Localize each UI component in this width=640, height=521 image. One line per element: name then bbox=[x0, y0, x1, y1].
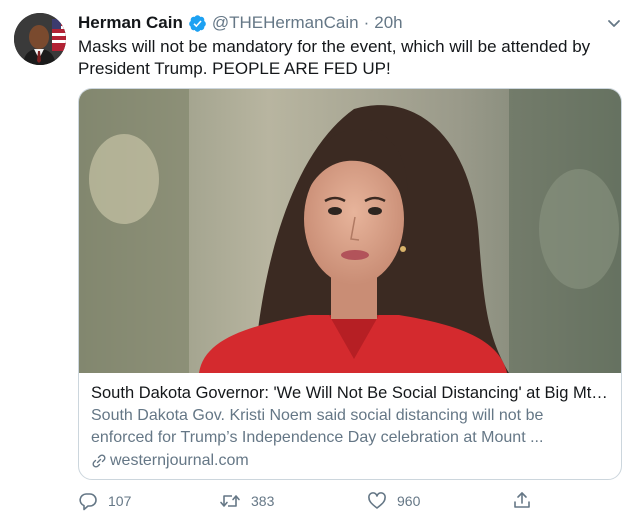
timestamp[interactable]: 20h bbox=[374, 12, 402, 34]
author-name[interactable]: Herman Cain bbox=[78, 12, 183, 34]
link-icon bbox=[92, 454, 106, 468]
retweet-count: 383 bbox=[251, 493, 275, 509]
card-title[interactable]: South Dakota Governor: 'We Will Not Be S… bbox=[91, 382, 611, 404]
reply-icon bbox=[79, 493, 97, 511]
share-icon bbox=[514, 492, 530, 508]
card-description: South Dakota Gov. Kristi Noem said socia… bbox=[91, 407, 544, 446]
separator-dot: · bbox=[363, 13, 370, 32]
chevron-down-icon[interactable] bbox=[604, 13, 624, 33]
heart-icon bbox=[368, 492, 386, 509]
like-button[interactable]: 960 bbox=[367, 491, 420, 511]
card-image[interactable] bbox=[79, 89, 621, 373]
author-handle[interactable]: @THEHermanCain bbox=[212, 12, 359, 34]
card-domain[interactable]: westernjournal.com bbox=[91, 450, 611, 472]
card-domain-text: westernjournal.com bbox=[110, 452, 249, 469]
link-card[interactable]: South Dakota Governor: 'We Will Not Be S… bbox=[78, 88, 622, 480]
card-body[interactable]: South Dakota Governor: 'We Will Not Be S… bbox=[91, 382, 611, 472]
retweet-button[interactable]: 383 bbox=[219, 491, 274, 511]
tweet[interactable]: Herman Cain @THEHermanCain · 20h Masks w… bbox=[0, 0, 640, 521]
tweet-header: Herman Cain @THEHermanCain · 20h bbox=[78, 12, 403, 34]
reply-button[interactable]: 107 bbox=[78, 491, 131, 511]
avatar-image bbox=[14, 13, 66, 65]
verified-badge-icon bbox=[188, 14, 207, 33]
tweet-actions: 107 383 960 bbox=[0, 490, 640, 514]
retweet-icon bbox=[220, 495, 240, 507]
reply-count: 107 bbox=[108, 493, 132, 509]
avatar[interactable] bbox=[14, 13, 66, 65]
tweet-text: Masks will not be mandatory for the even… bbox=[78, 37, 591, 78]
like-count: 960 bbox=[397, 493, 421, 509]
share-button[interactable] bbox=[512, 490, 542, 510]
